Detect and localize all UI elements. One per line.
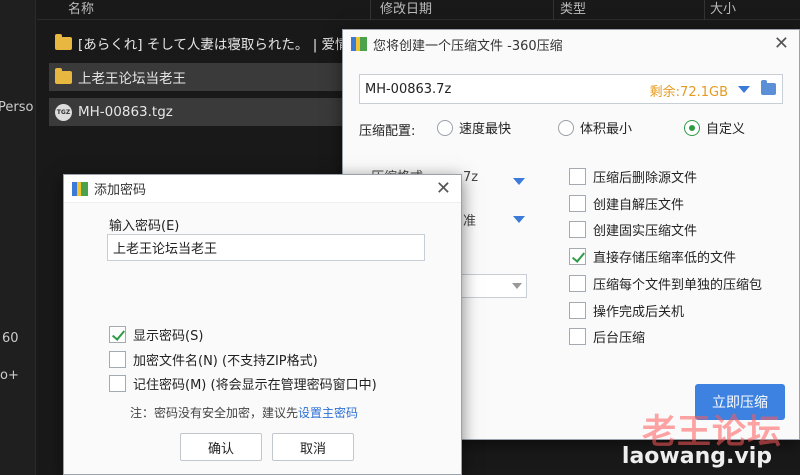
column-separator[interactable] [370, 0, 371, 20]
checkbox-checked [109, 326, 126, 343]
folder-icon [760, 80, 776, 95]
app-360zip-icon [351, 37, 367, 51]
output-path-input[interactable]: MH-00863.7z 剩余:72.1GB [359, 74, 783, 104]
close-icon[interactable]: ✕ [436, 179, 451, 199]
checkbox [109, 375, 126, 392]
option-label: 记住密码(M) (将会显示在管理密码窗口中) [133, 378, 377, 393]
option-label: 加密文件名(N) (不支持ZIP格式) [133, 354, 318, 369]
column-separator[interactable] [704, 0, 705, 20]
checkbox [569, 275, 586, 292]
radio-label: 体积最小 [580, 122, 633, 137]
app-360zip-icon [72, 181, 88, 196]
option-label: 显示密码(S) [133, 329, 204, 344]
compress-dialog-title: 您将创建一个压缩文件 -360压缩 [373, 38, 563, 54]
file-row[interactable]: [あらくれ] そして人妻は寝取られた。 | 爱情 [49, 29, 349, 57]
ok-button[interactable]: 确认 [180, 433, 262, 461]
encrypt-filenames-option[interactable]: 加密文件名(N) (不支持ZIP格式) [109, 350, 318, 369]
column-name[interactable]: 名称 [68, 0, 94, 17]
option-label: 创建固实压缩文件 [593, 224, 698, 239]
radio-smallest[interactable]: 体积最小 [558, 118, 632, 137]
radio-circle [684, 119, 700, 136]
security-note: 注：密码没有安全加密，建议先设置主密码 [130, 404, 358, 421]
chevron-down-icon[interactable] [738, 86, 750, 93]
folder-icon [55, 33, 72, 50]
format-value[interactable]: 7z [463, 170, 478, 185]
chevron-down-icon [512, 283, 522, 289]
option-background[interactable]: 后台压缩 [569, 327, 645, 346]
checkbox [569, 221, 586, 238]
radio-circle [437, 119, 453, 136]
compress-dialog-title-bar[interactable]: 您将创建一个压缩文件 -360压缩 [343, 30, 799, 58]
hidden-select[interactable] [461, 274, 527, 298]
set-master-password-link[interactable]: 设置主密码 [298, 406, 358, 420]
cancel-button[interactable]: 取消 [272, 433, 354, 461]
radio-circle [558, 119, 574, 136]
chevron-down-icon[interactable] [513, 216, 525, 223]
checkbox [569, 302, 586, 319]
option-label: 后台压缩 [593, 331, 646, 346]
remember-password-option[interactable]: 记住密码(M) (将会显示在管理密码窗口中) [109, 374, 377, 393]
archive-icon-text: TGZ [56, 108, 71, 116]
option-delete-source[interactable]: 压缩后删除源文件 [569, 167, 697, 186]
browse-folder-button[interactable] [756, 78, 780, 100]
option-sfx[interactable]: 创建自解压文件 [569, 194, 684, 213]
column-modified[interactable]: 修改日期 [380, 0, 432, 17]
note-text: 注：密码没有安全加密，建议先 [130, 406, 299, 420]
password-dialog: 添加密码 ✕ 输入密码(E) 上老王论坛当老王 显示密码(S) 加密文件名(N)… [63, 174, 462, 475]
option-shutdown[interactable]: 操作完成后关机 [569, 301, 684, 320]
show-password-option[interactable]: 显示密码(S) [109, 325, 203, 344]
left-label-1: Perso [0, 100, 34, 115]
chevron-down-icon[interactable] [513, 178, 525, 185]
archive-icon: TGZ [55, 103, 72, 121]
option-separate-archives[interactable]: 压缩每个文件到单独的压缩包 [569, 274, 762, 293]
compress-config-label: 压缩配置: [359, 124, 416, 139]
free-space-label: 剩余:72.1GB [649, 85, 728, 100]
file-row[interactable]: TGZ MH-00863.tgz [49, 98, 344, 126]
column-separator[interactable] [553, 0, 554, 20]
file-name: MH-00863.tgz [78, 104, 173, 120]
option-label: 压缩每个文件到单独的压缩包 [593, 278, 763, 293]
column-header: 名称 修改日期 类型 大小 [37, 0, 800, 20]
password-dialog-title: 添加密码 [94, 183, 147, 198]
level-value[interactable]: 准 [463, 210, 476, 229]
file-name: [あらくれ] そして人妻は寝取られた。 | 爱情 [78, 37, 349, 53]
file-name: 上老王论坛当老王 [78, 71, 186, 87]
output-path-value: MH-00863.7z [365, 81, 452, 97]
radio-label: 速度最快 [459, 122, 512, 137]
option-label: 操作完成后关机 [593, 305, 685, 320]
checkbox [569, 328, 586, 345]
option-label: 压缩后删除源文件 [593, 171, 698, 186]
option-label: 直接存储压缩率低的文件 [593, 251, 737, 266]
column-size[interactable]: 大小 [710, 0, 736, 17]
checkbox-checked [569, 248, 586, 265]
password-input[interactable]: 上老王论坛当老王 [107, 234, 425, 261]
password-label: 输入密码(E) [109, 219, 180, 234]
checkbox [569, 168, 586, 185]
checkbox [109, 351, 126, 368]
left-panel-strip: Perso 60 o+ [0, 0, 36, 475]
close-icon[interactable]: ✕ [774, 34, 789, 54]
option-store-low-ratio[interactable]: 直接存储压缩率低的文件 [569, 247, 736, 266]
option-solid[interactable]: 创建固实压缩文件 [569, 220, 697, 239]
checkbox [569, 195, 586, 212]
password-dialog-title-bar[interactable]: 添加密码 [64, 175, 461, 203]
option-label: 创建自解压文件 [593, 198, 685, 213]
file-row[interactable]: 上老王论坛当老王 [49, 63, 349, 91]
radio-label: 自定义 [706, 122, 746, 137]
column-type[interactable]: 类型 [560, 0, 586, 17]
radio-fastest[interactable]: 速度最快 [437, 118, 511, 137]
left-label-3: o+ [0, 368, 19, 383]
watermark-url: laowang.vip [621, 444, 772, 469]
left-label-2: 60 [2, 331, 19, 346]
radio-custom[interactable]: 自定义 [684, 118, 745, 137]
folder-icon [55, 67, 72, 84]
